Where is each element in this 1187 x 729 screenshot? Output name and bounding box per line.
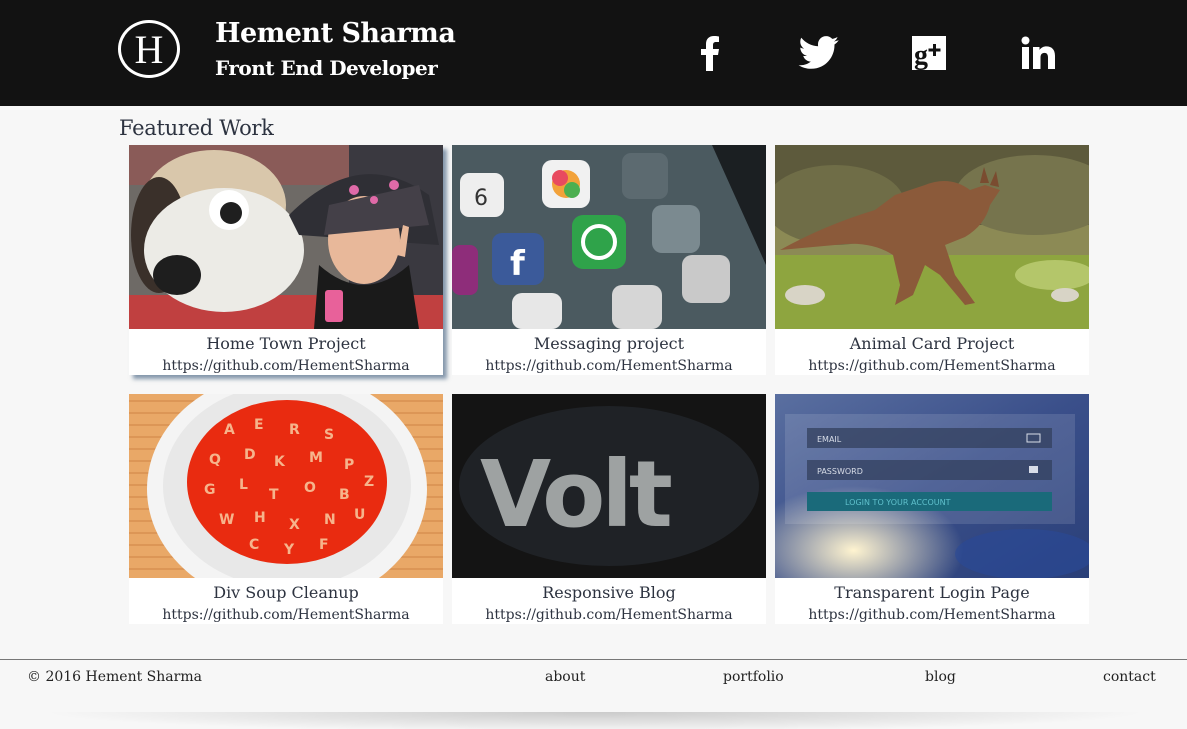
facebook-icon bbox=[701, 36, 719, 71]
svg-text:M: M bbox=[309, 450, 323, 466]
svg-text:H: H bbox=[254, 510, 266, 526]
volt-text-image: Volt bbox=[452, 394, 766, 578]
svg-text:X: X bbox=[289, 517, 300, 533]
svg-text:G: G bbox=[204, 482, 216, 498]
linkedin-link[interactable] bbox=[1016, 30, 1062, 76]
svg-text:Z: Z bbox=[364, 474, 374, 490]
facebook-link[interactable] bbox=[690, 30, 730, 76]
girl-with-plush-dog-image bbox=[129, 145, 443, 329]
section-title: Featured Work bbox=[119, 116, 274, 140]
footer-link-blog[interactable]: blog bbox=[925, 669, 956, 685]
footer-copyright: © 2016 Hement Sharma bbox=[27, 669, 202, 685]
footer-link-portfolio[interactable]: portfolio bbox=[723, 669, 784, 685]
svg-text:g: g bbox=[914, 40, 928, 71]
project-url[interactable]: https://github.com/HementSharma bbox=[129, 358, 443, 374]
logo[interactable]: H bbox=[118, 20, 180, 78]
project-card-responsive-blog[interactable]: Volt Responsive Blog https://github.com/… bbox=[452, 394, 766, 624]
footer-divider bbox=[0, 659, 1187, 660]
project-card-home-town[interactable]: Home Town Project https://github.com/Hem… bbox=[129, 145, 443, 375]
project-url[interactable]: https://github.com/HementSharma bbox=[775, 607, 1089, 623]
linkedin-icon bbox=[1021, 36, 1055, 69]
svg-text:O: O bbox=[304, 480, 316, 496]
site-name: Hement Sharma bbox=[215, 18, 456, 49]
svg-text:K: K bbox=[274, 454, 286, 470]
project-url[interactable]: https://github.com/HementSharma bbox=[775, 358, 1089, 374]
email-label: EMAIL bbox=[817, 435, 842, 444]
svg-text:N: N bbox=[324, 512, 336, 528]
project-card-messaging[interactable]: 6 f Messaging project https://github.com… bbox=[452, 145, 766, 375]
svg-text:F: F bbox=[319, 537, 329, 553]
svg-text:A: A bbox=[224, 422, 235, 438]
project-card-animal[interactable]: Animal Card Project https://github.com/H… bbox=[775, 145, 1089, 375]
svg-text:T: T bbox=[269, 487, 279, 503]
svg-text:6: 6 bbox=[474, 186, 488, 211]
project-url[interactable]: https://github.com/HementSharma bbox=[452, 358, 766, 374]
svg-text:E: E bbox=[254, 417, 264, 433]
svg-text:f: f bbox=[510, 244, 526, 284]
project-url[interactable]: https://github.com/HementSharma bbox=[452, 607, 766, 623]
kangaroo-image bbox=[775, 145, 1089, 329]
twitter-link[interactable] bbox=[794, 30, 844, 76]
volt-text: Volt bbox=[480, 441, 671, 548]
twitter-icon bbox=[798, 36, 839, 69]
svg-text:C: C bbox=[249, 537, 259, 553]
project-title[interactable]: Responsive Blog bbox=[452, 583, 766, 602]
google-plus-icon: g bbox=[912, 36, 946, 71]
site-header: H Hement Sharma Front End Developer g bbox=[0, 0, 1187, 106]
password-label: PASSWORD bbox=[817, 467, 863, 476]
project-card-transparent-login[interactable]: EMAIL PASSWORD LOGIN TO YOUR ACCOUNT Tra… bbox=[775, 394, 1089, 624]
project-title[interactable]: Home Town Project bbox=[129, 334, 443, 353]
svg-text:L: L bbox=[239, 477, 248, 493]
login-button-label: LOGIN TO YOUR ACCOUNT bbox=[845, 498, 951, 507]
svg-text:Y: Y bbox=[283, 542, 295, 558]
svg-text:U: U bbox=[354, 507, 365, 523]
svg-text:P: P bbox=[344, 457, 354, 473]
project-title[interactable]: Messaging project bbox=[452, 334, 766, 353]
footer-link-about[interactable]: about bbox=[545, 669, 585, 685]
project-url[interactable]: https://github.com/HementSharma bbox=[129, 607, 443, 623]
alphabet-soup-image: A E R S Q D K M P G L T O BZ W H X N U C Y F bbox=[129, 394, 443, 578]
footer-shadow bbox=[40, 712, 1150, 729]
google-plus-link[interactable]: g bbox=[908, 30, 950, 76]
svg-text:D: D bbox=[244, 447, 256, 463]
login-form-image: EMAIL PASSWORD LOGIN TO YOUR ACCOUNT bbox=[775, 394, 1089, 578]
svg-text:Q: Q bbox=[209, 452, 221, 468]
project-title[interactable]: Animal Card Project bbox=[775, 334, 1089, 353]
site-role: Front End Developer bbox=[215, 56, 438, 80]
project-card-div-soup[interactable]: A E R S Q D K M P G L T O BZ W H X N U C Y F Div Soup Cle… bbox=[129, 394, 443, 624]
project-title[interactable]: Div Soup Cleanup bbox=[129, 583, 443, 602]
phone-apps-image: 6 f bbox=[452, 145, 766, 329]
svg-text:B: B bbox=[339, 487, 350, 503]
footer-link-contact[interactable]: contact bbox=[1103, 669, 1156, 685]
logo-letter: H bbox=[134, 26, 164, 72]
svg-text:W: W bbox=[219, 512, 234, 528]
project-title[interactable]: Transparent Login Page bbox=[775, 583, 1089, 602]
svg-text:R: R bbox=[289, 422, 300, 438]
svg-text:S: S bbox=[324, 427, 334, 443]
